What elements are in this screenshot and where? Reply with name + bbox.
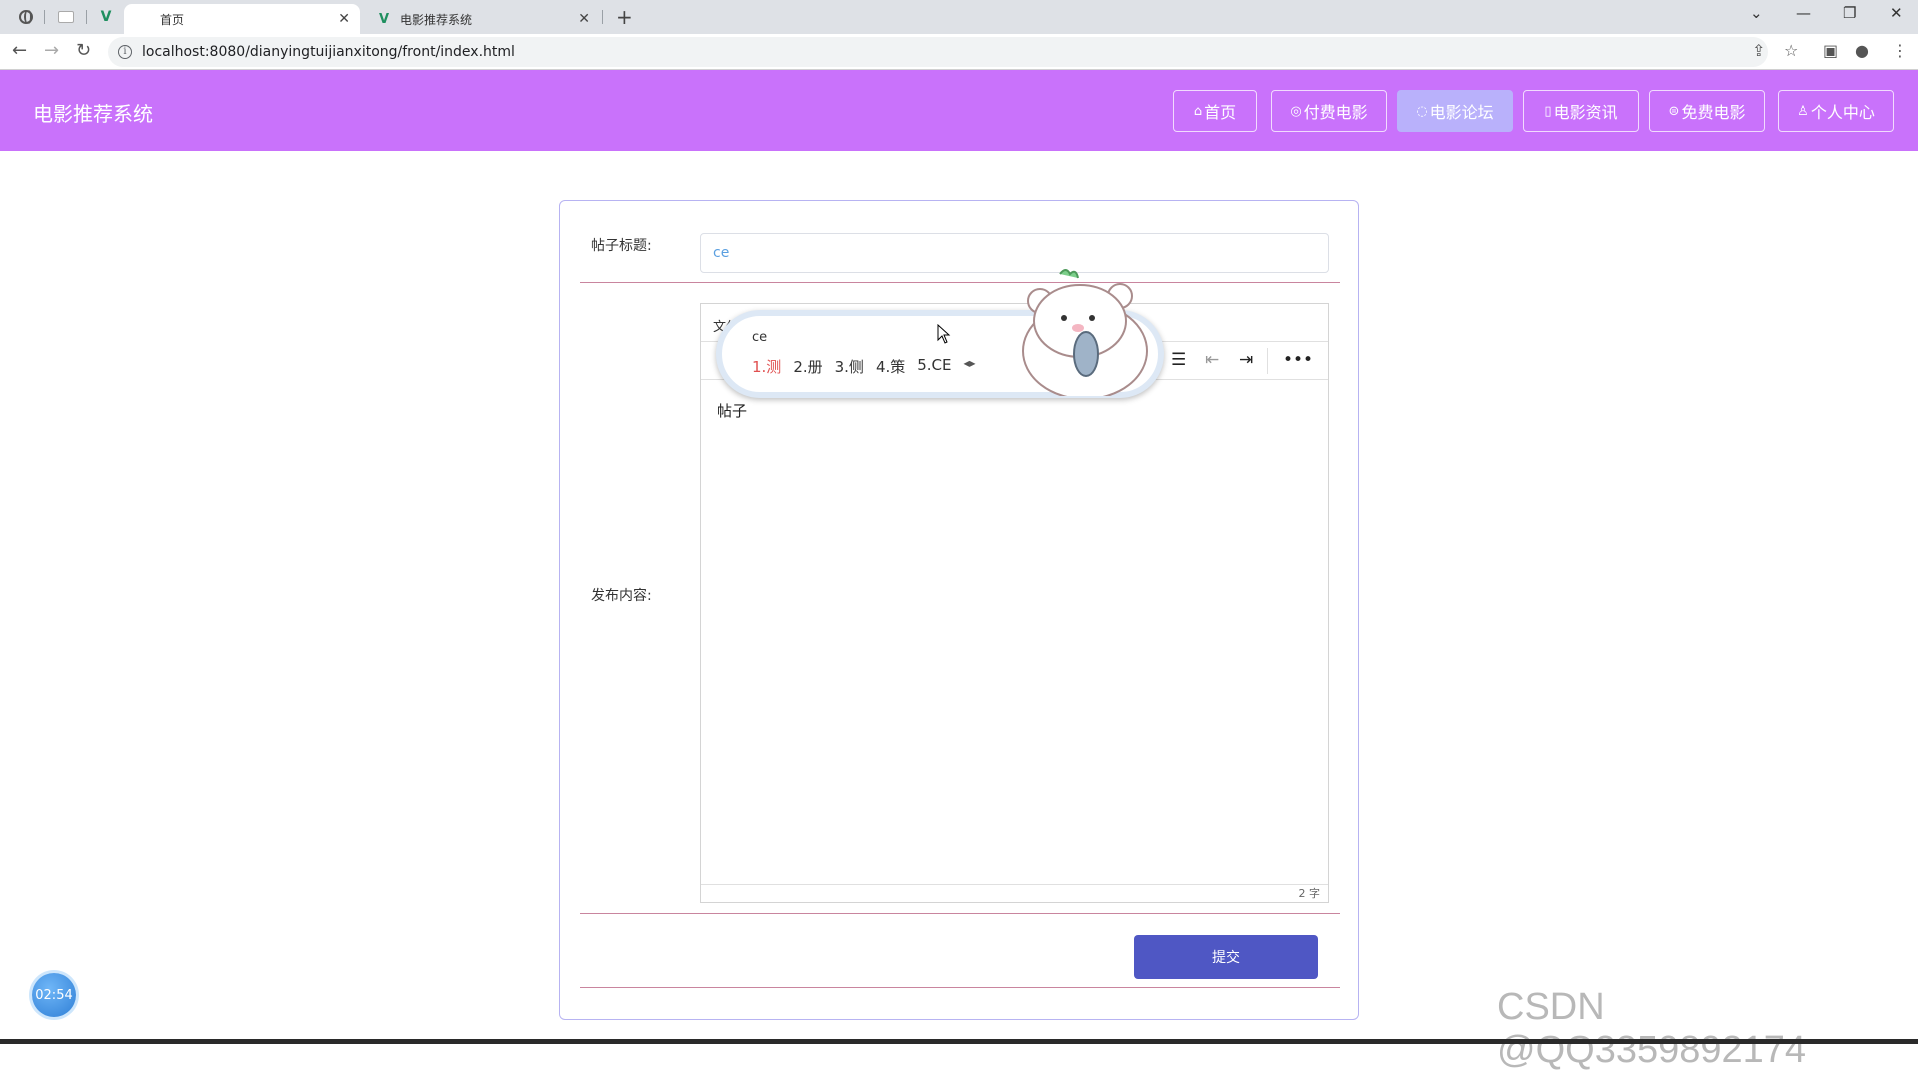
paid-icon: ◎ xyxy=(1290,103,1302,119)
forum-icon: ◌ xyxy=(1416,103,1428,119)
vue-logo-icon: V xyxy=(100,9,112,25)
tab-home[interactable]: 首页 ✕ xyxy=(124,4,360,34)
nav-label: 电影论坛 xyxy=(1429,103,1494,122)
nav-paid-movies[interactable]: ◎ 付费电影 xyxy=(1271,90,1387,132)
url-text: localhost:8080/dianyingtuijianxitong/fro… xyxy=(142,44,515,60)
recording-timer[interactable]: 02:54 xyxy=(32,973,76,1017)
tab-search-icon[interactable]: ⌄ xyxy=(1750,4,1763,22)
ime-candidate-list: 1.测 2.册 3.侧 4.策 5.CE ◂▸ xyxy=(752,356,976,377)
nav-label: 首页 xyxy=(1204,103,1237,122)
submit-button[interactable]: 提交 xyxy=(1134,935,1318,979)
nav-movie-news[interactable]: ▯ 电影资讯 xyxy=(1523,90,1639,132)
ime-page-arrows-icon[interactable]: ◂▸ xyxy=(964,356,976,377)
site-title: 电影推荐系统 xyxy=(33,102,153,126)
editor-content: 帖子 xyxy=(717,402,748,420)
ime-candidate[interactable]: 2.册 xyxy=(793,356,822,377)
outdent-icon[interactable]: ⇤ xyxy=(1205,350,1219,370)
tab-movie-system[interactable]: V 电影推荐系统 ✕ xyxy=(364,4,600,34)
blank-page-icon xyxy=(58,11,74,23)
tab-separator xyxy=(602,10,603,24)
mouse-cursor-icon xyxy=(937,324,951,344)
close-tab-icon[interactable]: ✕ xyxy=(578,11,590,27)
globe-icon xyxy=(19,10,33,24)
ime-preedit-text: ce xyxy=(752,330,768,345)
nav-movie-forum[interactable]: ◌ 电影论坛 xyxy=(1397,90,1513,132)
news-icon: ▯ xyxy=(1544,103,1552,119)
back-icon[interactable]: ← xyxy=(12,40,27,61)
ime-candidate[interactable]: 5.CE xyxy=(917,356,951,377)
pinned-tab-blank[interactable] xyxy=(54,6,78,28)
url-field[interactable]: i localhost:8080/dianyingtuijianxitong/f… xyxy=(108,37,1768,67)
side-panel-icon[interactable]: ▣ xyxy=(1823,41,1838,60)
nav-user-center[interactable]: ♙ 个人中心 xyxy=(1778,90,1894,132)
reload-icon[interactable]: ↻ xyxy=(76,40,91,61)
row-divider xyxy=(580,282,1340,283)
ime-candidate[interactable]: 4.策 xyxy=(876,356,905,377)
nav-label: 免费电影 xyxy=(1681,103,1746,122)
minimize-icon[interactable]: — xyxy=(1796,4,1811,22)
post-content-label: 发布内容: xyxy=(591,588,652,604)
site-info-icon[interactable]: i xyxy=(118,45,132,59)
pinned-tab-vue[interactable]: V xyxy=(94,6,118,28)
indent-icon[interactable]: ⇥ xyxy=(1239,350,1253,370)
user-icon: ♙ xyxy=(1797,103,1809,119)
restore-icon[interactable]: ❐ xyxy=(1843,4,1856,22)
profile-avatar-icon[interactable]: ● xyxy=(1855,41,1869,60)
nav-free-movies[interactable]: ⊜ 免费电影 xyxy=(1649,90,1765,132)
toolbar-separator xyxy=(1267,348,1268,374)
share-icon[interactable]: ⇪ xyxy=(1752,41,1765,60)
forward-icon[interactable]: → xyxy=(44,40,59,61)
vue-logo-icon: V xyxy=(378,11,390,27)
nav-label: 个人中心 xyxy=(1810,103,1875,122)
taskbar-edge xyxy=(0,1039,1918,1044)
ime-candidate[interactable]: 3.侧 xyxy=(835,356,864,377)
watermark: CSDN @QQ3359892174 xyxy=(1497,986,1807,1071)
site-header: 电影推荐系统 ⌂ 首页 ◎ 付费电影 ◌ 电影论坛 ▯ 电影资讯 ⊜ 免费电影 … xyxy=(0,70,1918,151)
nav-label: 电影资讯 xyxy=(1553,103,1618,122)
address-bar-row: ← → ↻ i localhost:8080/dianyingtuijianxi… xyxy=(0,34,1918,70)
bear-mascot-icon xyxy=(1022,269,1148,396)
tab-separator xyxy=(44,10,45,24)
browser-menu-icon[interactable]: ⋮ xyxy=(1892,41,1908,60)
row-divider xyxy=(580,987,1340,988)
more-options-icon[interactable]: ••• xyxy=(1283,350,1313,370)
close-window-icon[interactable]: ✕ xyxy=(1890,4,1903,22)
nav-home[interactable]: ⌂ 首页 xyxy=(1173,90,1257,132)
word-count: 2 字 xyxy=(701,884,1328,902)
browser-tab-bar: V 首页 ✕ V 电影推荐系统 ✕ + ⌄ — ❐ ✕ xyxy=(0,0,1918,34)
home-icon: ⌂ xyxy=(1193,103,1203,119)
ime-candidate[interactable]: 1.测 xyxy=(752,356,781,377)
bookmark-star-icon[interactable]: ☆ xyxy=(1784,41,1798,60)
free-icon: ⊜ xyxy=(1668,103,1680,119)
post-title-value: ce xyxy=(713,245,730,261)
tab-title: 首页 xyxy=(160,12,185,27)
new-tab-button[interactable]: + xyxy=(616,5,633,29)
tab-separator xyxy=(86,10,87,24)
tab-title: 电影推荐系统 xyxy=(400,12,473,27)
nav-label: 付费电影 xyxy=(1303,103,1368,122)
post-title-label: 帖子标题: xyxy=(591,238,652,254)
align-justify-icon[interactable]: ☰ xyxy=(1171,350,1186,370)
globe-icon xyxy=(136,11,152,27)
pinned-tab-globe[interactable] xyxy=(14,6,38,28)
close-tab-icon[interactable]: ✕ xyxy=(338,11,350,27)
row-divider xyxy=(580,913,1340,914)
